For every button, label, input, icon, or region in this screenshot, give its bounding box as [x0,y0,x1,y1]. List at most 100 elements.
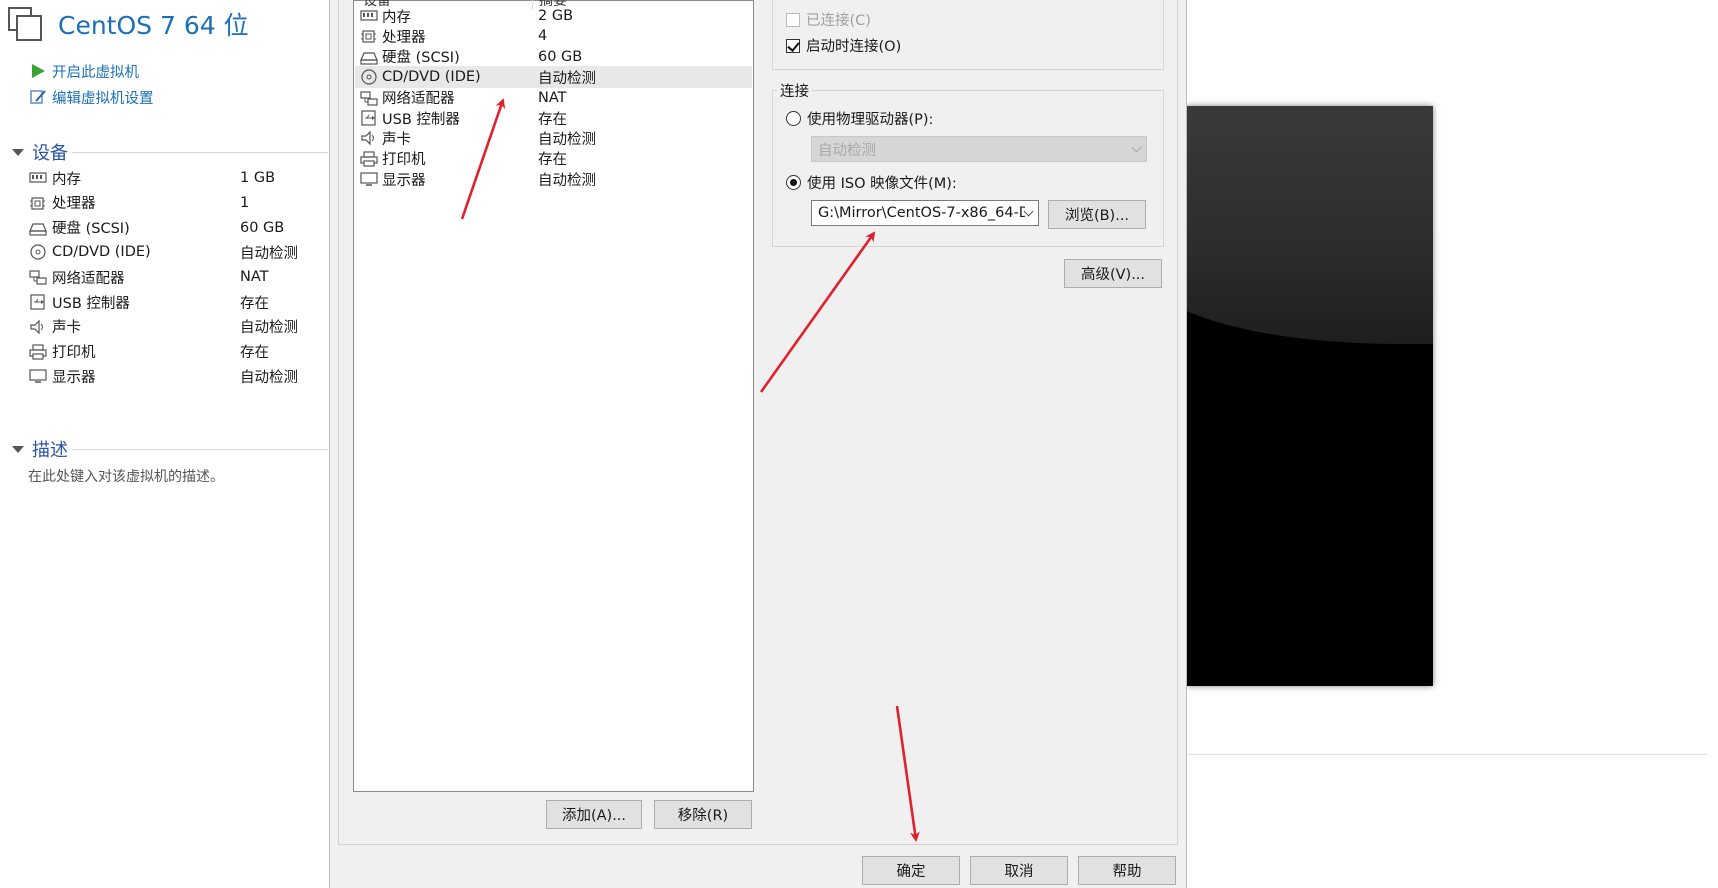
vm-device-row[interactable]: 声卡 自动检测 [28,315,328,339]
hardware-row[interactable]: 处理器 4 [355,25,752,47]
connected-label: 已连接(C) [806,13,871,29]
printer-icon [29,343,47,360]
collapse-triangle-icon [12,148,24,156]
connect-at-power-on-label: 启动时连接(O) [806,39,902,55]
connection-group-title: 连接 [777,80,812,101]
memory-icon [360,10,378,21]
chevron-down-icon [1023,206,1034,216]
description-input[interactable]: 在此处键入对该虚拟机的描述。 [28,466,224,486]
vm-device-row[interactable]: 硬盘 (SCSI) 60 GB [28,216,328,240]
browse-iso-button[interactable]: 浏览(B)... [1048,200,1146,229]
hardware-name: 硬盘 (SCSI) [382,50,460,67]
help-button[interactable]: 帮助 [1078,856,1176,885]
vm-device-row[interactable]: 打印机 存在 [28,340,328,364]
cd-dvd-icon [30,244,46,260]
device-value: 1 GB [240,170,276,186]
connect-at-power-on-checkbox[interactable] [786,38,800,53]
hardware-row[interactable]: 显示器 自动检测 [355,168,752,190]
hardware-value: 存在 [538,111,567,128]
use-iso-image-radio[interactable] [786,175,801,190]
hardware-value: 自动检测 [538,131,596,148]
description-section-title: 描述 [32,440,68,461]
hardware-name: CD/DVD (IDE) [382,69,481,86]
usb-icon [30,294,45,310]
vm-device-row[interactable]: 内存 1 GB [28,166,328,190]
device-value: 自动检测 [240,245,298,262]
processor-icon [30,197,45,210]
device-value: 存在 [240,295,269,312]
divider [1187,754,1707,755]
advanced-button[interactable]: 高级(V)... [1064,259,1162,288]
device-name: 网络适配器 [52,270,125,287]
use-physical-drive-option[interactable]: 使用物理驱动器(P): [786,108,933,129]
hardware-name: 处理器 [382,29,426,46]
device-value: 自动检测 [240,320,298,337]
hardware-name: 内存 [382,9,411,26]
connected-checkbox[interactable] [786,12,800,27]
hardware-row[interactable]: 内存 2 GB [355,5,752,27]
iso-path-value: G:\Mirror\CentOS-7-x86_64-D\ [818,205,1025,221]
device-value: 存在 [240,345,269,362]
use-iso-image-option[interactable]: 使用 ISO 映像文件(M): [786,172,957,193]
device-name: 声卡 [52,320,81,337]
device-value: 自动检测 [240,369,298,386]
physical-drive-value: 自动检测 [818,142,876,159]
remove-hardware-button[interactable]: 移除(R) [654,800,752,829]
edit-vm-settings-link[interactable]: 编辑虚拟机设置 [30,86,154,108]
vm-preview-thumbnail [1187,106,1433,686]
memory-icon [29,172,47,183]
preview-gloss [1187,106,1433,344]
iso-path-combobox[interactable]: G:\Mirror\CentOS-7-x86_64-D\ [811,200,1039,226]
hardware-value: NAT [538,89,567,106]
device-name: USB 控制器 [52,295,130,312]
sound-icon [361,130,374,146]
add-hardware-button[interactable]: 添加(A)... [546,800,642,829]
use-physical-drive-label: 使用物理驱动器(P): [807,112,934,128]
network-adapter-icon [29,270,47,285]
vm-device-row[interactable]: 网络适配器 NAT [28,265,328,289]
vm-icon [8,7,42,41]
vm-device-row[interactable]: USB 控制器 存在 [28,290,328,314]
device-name: 处理器 [52,196,96,213]
hardware-value: 4 [538,28,548,45]
hardware-row[interactable]: USB 控制器 存在 [355,107,752,129]
vm-device-row[interactable]: CD/DVD (IDE) 自动检测 [28,240,328,264]
hardware-value: 自动检测 [538,70,596,87]
hardware-row[interactable]: 打印机 存在 [355,148,752,170]
network-adapter-icon [360,90,378,106]
cancel-button[interactable]: 取消 [970,856,1068,885]
vm-device-row[interactable]: 处理器 1 [28,191,328,215]
hardware-value: 60 GB [538,48,583,65]
hardware-row-selected[interactable]: CD/DVD (IDE) 自动检测 [355,66,752,89]
vm-title: CentOS 7 64 位 [58,11,249,40]
processor-icon [361,30,376,43]
cd-dvd-icon [361,69,377,85]
hardware-row[interactable]: 网络适配器 NAT [355,87,752,109]
edit-vm-settings-label: 编辑虚拟机设置 [52,90,154,107]
device-value: NAT [240,269,269,286]
device-name: 硬盘 (SCSI) [52,221,130,238]
power-on-vm-link[interactable]: 开启此虚拟机 [30,60,139,82]
hardware-row[interactable]: 声卡 自动检测 [355,127,752,149]
hardware-row[interactable]: 硬盘 (SCSI) 60 GB [355,46,752,68]
chevron-down-icon [1131,142,1142,152]
harddisk-icon [29,222,47,236]
power-on-vm-label: 开启此虚拟机 [52,64,139,81]
connected-option[interactable]: 已连接(C) [786,9,871,30]
physical-drive-select[interactable]: 自动检测 [811,136,1147,162]
hardware-name: 声卡 [382,131,411,148]
printer-icon [360,151,378,167]
collapse-triangle-icon [12,445,24,453]
description-section-header[interactable]: 描述 [12,437,68,461]
hardware-value: 2 GB [538,8,574,24]
ok-button[interactable]: 确定 [862,856,960,885]
devices-section-header[interactable]: 设备 [12,140,68,164]
connect-at-power-on-option[interactable]: 启动时连接(O) [786,35,901,56]
device-name: 显示器 [52,369,96,386]
use-physical-drive-radio[interactable] [786,111,801,126]
harddisk-icon [360,52,378,65]
section-divider [72,449,328,450]
usb-icon [361,110,376,126]
vm-device-row[interactable]: 显示器 自动检测 [28,364,328,388]
hardware-value: 存在 [538,152,567,169]
